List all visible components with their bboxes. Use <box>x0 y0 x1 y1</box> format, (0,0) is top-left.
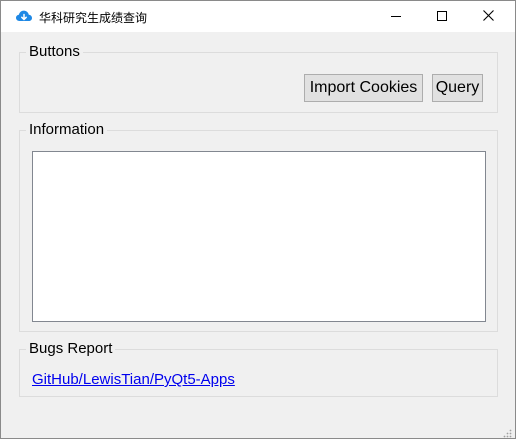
resize-grip-icon[interactable] <box>502 425 512 438</box>
bugs-report-group: Bugs Report GitHub/LewisTian/PyQt5-Apps <box>19 340 498 397</box>
information-group-title: Information <box>26 121 108 139</box>
close-icon <box>482 8 494 26</box>
minimize-icon <box>391 8 401 26</box>
buttons-group: Buttons Import Cookies Query <box>19 43 498 113</box>
window-title: 华科研究生成绩查询 <box>39 11 148 25</box>
cloud-icon <box>15 8 33 24</box>
title-bar[interactable]: 华科研究生成绩查询 <box>1 1 515 32</box>
bugs-report-group-title: Bugs Report <box>26 340 116 358</box>
minimize-button[interactable] <box>373 1 419 32</box>
close-button[interactable] <box>465 1 511 32</box>
buttons-group-title: Buttons <box>26 43 83 61</box>
app-window: 华科研究生成绩查询 Buttons Import Cookies Query I… <box>0 0 516 439</box>
information-group: Information <box>19 121 498 332</box>
maximize-button[interactable] <box>419 1 465 32</box>
maximize-icon <box>437 8 447 26</box>
import-cookies-button[interactable]: Import Cookies <box>304 74 423 102</box>
information-text-area[interactable] <box>32 151 486 322</box>
query-button[interactable]: Query <box>432 74 483 102</box>
github-link[interactable]: GitHub/LewisTian/PyQt5-Apps <box>32 371 235 388</box>
